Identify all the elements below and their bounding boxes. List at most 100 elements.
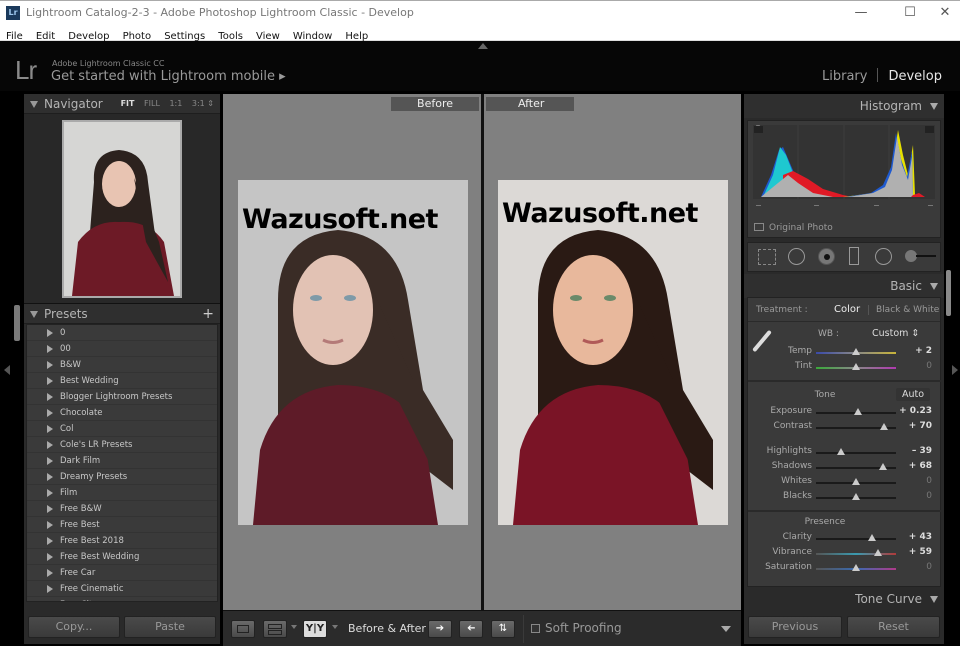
- slider-thumb[interactable]: [852, 493, 860, 500]
- navigator-header[interactable]: Navigator FIT FILL 1:1 3:1 ⇕: [24, 94, 220, 114]
- preset-folder-item[interactable]: Dark Film: [27, 453, 217, 469]
- preset-folder-item[interactable]: Dreamy Presets: [27, 469, 217, 485]
- slider-value[interactable]: + 68: [909, 461, 932, 471]
- module-develop[interactable]: Develop: [888, 69, 942, 84]
- soft-proofing-checkbox[interactable]: [531, 624, 540, 633]
- after-photo[interactable]: Wazusoft.net: [498, 180, 728, 525]
- toolbar-menu-icon[interactable]: [721, 626, 731, 632]
- expand-triangle-icon[interactable]: [47, 489, 53, 497]
- expand-triangle-icon[interactable]: [47, 393, 53, 401]
- expand-triangle-icon[interactable]: [47, 457, 53, 465]
- top-panel-toggle-icon[interactable]: [478, 43, 488, 49]
- previous-button[interactable]: Previous: [748, 616, 842, 638]
- zoom-fit[interactable]: FIT: [121, 99, 135, 108]
- expand-triangle-icon[interactable]: [47, 521, 53, 529]
- copy-before-to-after-button[interactable]: ➔: [428, 620, 452, 638]
- graduated-filter-icon[interactable]: [849, 247, 859, 265]
- slider-value[interactable]: 0: [926, 476, 932, 486]
- tone-curve-header[interactable]: Tone Curve: [744, 587, 944, 611]
- left-panel-toggle-icon[interactable]: [4, 365, 10, 375]
- preset-folder-item[interactable]: Free Cinematic: [27, 581, 217, 597]
- module-library[interactable]: Library: [822, 69, 867, 84]
- expand-triangle-icon[interactable]: [47, 569, 53, 577]
- slider-value[interactable]: – 39: [912, 446, 932, 456]
- preset-folder-item[interactable]: 00: [27, 341, 217, 357]
- paste-button[interactable]: Paste: [124, 616, 216, 638]
- slider-value[interactable]: + 70: [909, 421, 932, 431]
- preset-folder-item[interactable]: Col: [27, 421, 217, 437]
- auto-tone-button[interactable]: Auto: [896, 388, 931, 401]
- yy-dropdown-icon[interactable]: [332, 625, 338, 629]
- presets-header[interactable]: Presets +: [24, 304, 220, 324]
- expand-triangle-icon[interactable]: [47, 329, 53, 337]
- slider-value[interactable]: 0: [926, 562, 932, 572]
- right-scrollbar[interactable]: [946, 270, 951, 316]
- loupe-view-button[interactable]: [231, 620, 255, 638]
- preset-folder-item[interactable]: Free Best Wedding: [27, 549, 217, 565]
- slider-value[interactable]: + 2: [915, 346, 932, 356]
- spot-removal-icon[interactable]: [788, 248, 805, 265]
- expand-triangle-icon[interactable]: [47, 361, 53, 369]
- preset-folder-item[interactable]: Free B&W: [27, 501, 217, 517]
- slider-track[interactable]: [816, 553, 896, 555]
- reset-button[interactable]: Reset: [847, 616, 940, 638]
- expand-triangle-icon[interactable]: [47, 425, 53, 433]
- expand-triangle-icon[interactable]: [47, 441, 53, 449]
- preset-folder-item[interactable]: Best Wedding: [27, 373, 217, 389]
- slider-thumb[interactable]: [852, 478, 860, 485]
- radial-filter-icon[interactable]: [875, 248, 892, 265]
- slider-thumb[interactable]: [853, 408, 862, 415]
- preset-folder-item[interactable]: B&W: [27, 357, 217, 373]
- slider-value[interactable]: + 43: [909, 532, 932, 542]
- preset-folder-item[interactable]: Film: [27, 485, 217, 501]
- expand-triangle-icon[interactable]: [47, 473, 53, 481]
- preset-folder-item[interactable]: 0: [27, 325, 217, 341]
- copy-button[interactable]: Copy...: [28, 616, 120, 638]
- expand-triangle-icon[interactable]: [47, 345, 53, 353]
- mobile-prompt-link[interactable]: Get started with Lightroom mobile ▸: [51, 69, 286, 84]
- expand-triangle-icon[interactable]: [47, 377, 53, 385]
- swap-before-after-button[interactable]: ⇅: [491, 620, 515, 638]
- basic-header[interactable]: Basic: [744, 274, 944, 298]
- slider-thumb[interactable]: [880, 423, 888, 430]
- slider-value[interactable]: + 59: [909, 547, 932, 557]
- slider-thumb[interactable]: [836, 448, 845, 455]
- zoom-1-1[interactable]: 1:1: [169, 99, 182, 108]
- slider-thumb[interactable]: [879, 463, 888, 470]
- slider-value[interactable]: 0: [926, 361, 932, 371]
- original-photo-toggle[interactable]: Original Photo: [754, 223, 833, 233]
- histogram-header[interactable]: Histogram: [744, 94, 944, 118]
- preset-folder-item[interactable]: Free City: [27, 597, 217, 602]
- zoom-3-1[interactable]: 3:1 ⇕: [192, 99, 214, 108]
- expand-triangle-icon[interactable]: [47, 601, 53, 602]
- expand-triangle-icon[interactable]: [47, 537, 53, 545]
- preset-folder-item[interactable]: Chocolate: [27, 405, 217, 421]
- preset-folder-item[interactable]: Free Best 2018: [27, 533, 217, 549]
- preset-folder-item[interactable]: Cole's LR Presets: [27, 437, 217, 453]
- treatment-bw-option[interactable]: Black & White: [876, 305, 939, 315]
- expand-triangle-icon[interactable]: [47, 505, 53, 513]
- expand-triangle-icon[interactable]: [47, 585, 53, 593]
- slider-thumb[interactable]: [874, 549, 883, 556]
- add-preset-icon[interactable]: +: [202, 304, 214, 324]
- compare-layout-button[interactable]: [263, 620, 287, 638]
- left-scrollbar[interactable]: [14, 305, 20, 341]
- original-photo-checkbox[interactable]: [754, 223, 764, 231]
- expand-triangle-icon[interactable]: [47, 409, 53, 417]
- navigator-thumbnail[interactable]: [62, 120, 182, 298]
- slider-thumb[interactable]: [852, 564, 860, 571]
- slider-track[interactable]: [816, 452, 896, 454]
- slider-value[interactable]: + 0.23: [899, 406, 932, 416]
- slider-value[interactable]: 0: [926, 491, 932, 501]
- minimize-button[interactable]: —: [846, 3, 876, 23]
- slider-thumb[interactable]: [852, 363, 860, 370]
- red-eye-icon[interactable]: [818, 248, 835, 265]
- navigator-preview[interactable]: [24, 114, 220, 304]
- close-button[interactable]: ✕: [930, 3, 960, 23]
- copy-after-to-before-button[interactable]: ➔: [459, 620, 483, 638]
- expand-triangle-icon[interactable]: [47, 553, 53, 561]
- soft-proofing-label[interactable]: Soft Proofing: [545, 621, 622, 635]
- preset-folder-item[interactable]: Blogger Lightroom Presets: [27, 389, 217, 405]
- layout-dropdown-icon[interactable]: [291, 625, 297, 629]
- slider-thumb[interactable]: [852, 348, 860, 355]
